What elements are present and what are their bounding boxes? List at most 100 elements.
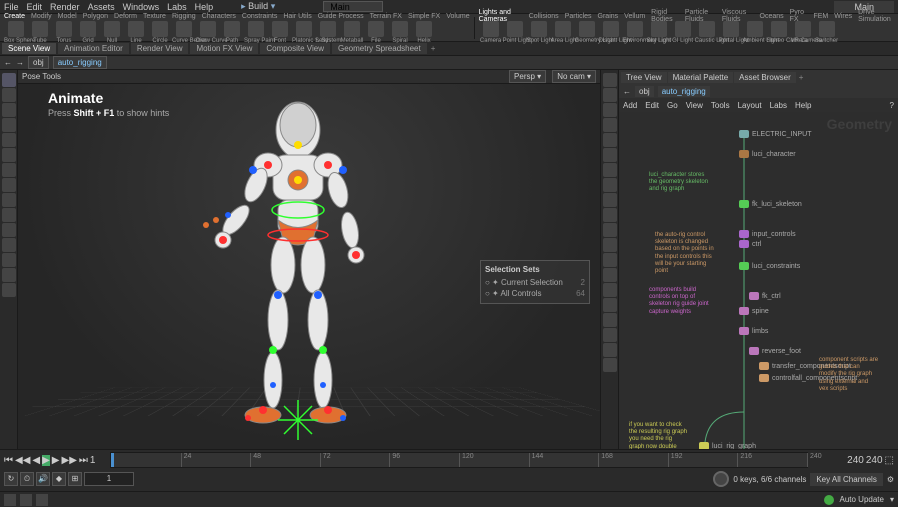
viewport[interactable]: Pose Tools Persp ▾ No cam ▾ Animate Pres… <box>18 70 600 449</box>
tool-helix[interactable]: Helix <box>412 21 436 44</box>
add-tab-icon[interactable]: + <box>431 44 436 53</box>
tool-box[interactable]: Box Sphere <box>4 21 28 44</box>
tool-spot-light[interactable]: Spot Light <box>527 21 551 44</box>
tool-null[interactable]: Null <box>100 21 124 44</box>
status-icon[interactable] <box>20 494 32 506</box>
tool-sky-light[interactable]: Sky Light <box>647 21 671 44</box>
prev-frame-button[interactable]: ◀ <box>32 455 40 466</box>
np-menu-layout[interactable]: Layout <box>738 101 762 110</box>
disp-opt[interactable] <box>603 118 617 132</box>
selset-row[interactable]: ○ ✦ All Controls64 <box>485 288 585 299</box>
np-menu-add[interactable]: Add <box>623 101 637 110</box>
range-lock-icon[interactable]: ⬚ <box>885 455 894 466</box>
select-tool[interactable] <box>2 73 16 87</box>
menu-render[interactable]: Render <box>50 2 80 12</box>
tool-extra2[interactable] <box>2 253 16 267</box>
disp-opt[interactable] <box>603 253 617 267</box>
brush-tool[interactable] <box>2 223 16 237</box>
np-tab-asset[interactable]: Asset Browser <box>734 72 796 83</box>
selset-row[interactable]: ○ ✦ Current Selection2 <box>485 277 585 288</box>
frame-start[interactable]: 1 <box>90 455 96 466</box>
np-menu-go[interactable]: Go <box>667 101 678 110</box>
shelf-tab[interactable]: Volume <box>446 13 469 20</box>
realtime-button[interactable]: ⏲ <box>20 472 34 486</box>
disp-opt[interactable] <box>603 298 617 312</box>
shelf-tab[interactable]: Create <box>4 13 25 20</box>
build-dropdown[interactable]: ▸ Build ▾ <box>241 1 275 12</box>
tool-gi-light[interactable]: GI Light <box>671 21 695 44</box>
menu-help[interactable]: Help <box>195 2 214 12</box>
network-node[interactable]: input_controls <box>739 230 796 238</box>
shelf-tab[interactable]: Model <box>58 13 77 20</box>
menu-file[interactable]: File <box>4 2 19 12</box>
network-node[interactable]: fk_ctrl <box>749 292 781 300</box>
shelf-tab[interactable]: Rigging <box>172 13 196 20</box>
back-icon[interactable]: ← <box>623 87 631 96</box>
render-region-tool[interactable] <box>2 178 16 192</box>
shelf-tab[interactable]: Vellum <box>624 13 645 20</box>
np-tab-tree[interactable]: Tree View <box>621 72 667 83</box>
move-tool[interactable] <box>2 88 16 102</box>
last-frame-button[interactable]: ⏭ <box>79 455 88 466</box>
np-tab-material[interactable]: Material Palette <box>668 72 734 83</box>
shelf-tab[interactable]: Wires <box>834 13 852 20</box>
network-node[interactable]: spine <box>739 307 769 315</box>
path-obj[interactable]: obj <box>28 56 49 69</box>
tool-tube[interactable]: Tube <box>28 21 52 44</box>
help-icon[interactable]: ? <box>890 101 894 110</box>
tool-font[interactable]: Font <box>268 21 292 44</box>
tool-lsystem[interactable]: L-System <box>316 21 340 44</box>
tool-file[interactable]: File <box>364 21 388 44</box>
lasso-tool[interactable] <box>2 208 16 222</box>
np-menu-edit[interactable]: Edit <box>645 101 659 110</box>
shelf-tab[interactable]: Particles <box>565 13 592 20</box>
disp-opt[interactable] <box>603 73 617 87</box>
inspect-tool[interactable] <box>2 193 16 207</box>
frame-global-end[interactable]: 240 <box>866 455 883 466</box>
next-frame-button[interactable]: ▶ <box>52 455 60 466</box>
path-node[interactable]: auto_rigging <box>53 56 107 69</box>
status-icon[interactable] <box>36 494 48 506</box>
shelf-tab[interactable]: Texture <box>143 13 166 20</box>
tool-metaball[interactable]: Metaball <box>340 21 364 44</box>
tool-portal-light[interactable]: Portal Light <box>719 21 743 44</box>
key-all-button[interactable]: Key All Channels <box>810 473 882 486</box>
disp-opt[interactable] <box>603 358 617 372</box>
sticky-note[interactable]: components build controls on top of skel… <box>649 287 709 316</box>
disp-opt[interactable] <box>603 193 617 207</box>
tool-switcher[interactable]: Switcher <box>815 21 839 44</box>
record-button[interactable] <box>713 471 729 487</box>
snap-tool[interactable] <box>2 148 16 162</box>
shelf-tab[interactable]: Collisions <box>529 13 559 20</box>
menu-assets[interactable]: Assets <box>88 2 115 12</box>
disp-opt[interactable] <box>603 283 617 297</box>
play-button[interactable]: ▶ <box>42 455 50 466</box>
network-node[interactable]: fk_luci_skeleton <box>739 200 802 208</box>
status-icon[interactable] <box>4 494 16 506</box>
tool-torus[interactable]: Torus <box>52 21 76 44</box>
tool-extra1[interactable] <box>2 238 16 252</box>
selection-sets-panel[interactable]: Selection Sets ○ ✦ Current Selection2 ○ … <box>480 260 590 304</box>
tool-geo-light[interactable]: Geometry Light <box>575 21 599 44</box>
sticky-note[interactable]: component scripts are guides that can mo… <box>819 357 879 393</box>
shelf-tab[interactable]: Grains <box>598 13 619 20</box>
tool-point-light[interactable]: Point Light <box>503 21 527 44</box>
view-tool[interactable] <box>2 163 16 177</box>
tool-caustic-light[interactable]: Caustic Light <box>695 21 719 44</box>
audio-button[interactable]: 🔊 <box>36 472 50 486</box>
tool-path[interactable]: Path <box>220 21 244 44</box>
shelf-tab[interactable]: Deform <box>114 13 137 20</box>
tool-extra4[interactable] <box>2 283 16 297</box>
tool-vr-cam[interactable]: VR Camera <box>791 21 815 44</box>
np-path-node[interactable]: auto_rigging <box>658 86 710 97</box>
tab-scene-view[interactable]: Scene View <box>2 43 56 54</box>
frame-end[interactable]: 240 <box>847 455 864 466</box>
disp-opt[interactable] <box>603 133 617 147</box>
tool-circle[interactable]: Circle <box>148 21 172 44</box>
network-node[interactable]: luci_rig_graph <box>699 442 756 449</box>
prev-key-button[interactable]: ◀◀ <box>15 455 30 466</box>
loop-button[interactable]: ↻ <box>4 472 18 486</box>
np-path-obj[interactable]: obj <box>635 86 654 97</box>
settings-icon[interactable]: ⚙ <box>887 475 894 484</box>
disp-opt[interactable] <box>603 223 617 237</box>
